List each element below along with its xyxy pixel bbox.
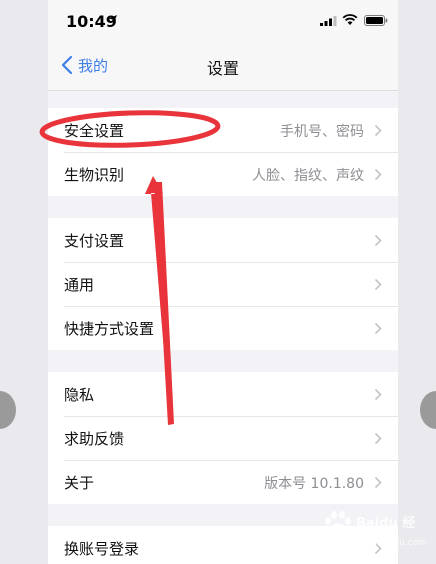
row-label: 安全设置 [64, 122, 125, 140]
chevron-right-icon [374, 476, 382, 489]
row-value: 人脸、指纹、声纹 [252, 168, 364, 184]
page-title: 设置 [206, 59, 239, 78]
chevron-right-icon [374, 234, 382, 247]
row-shortcut-settings[interactable]: 快捷方式设置 [48, 306, 398, 350]
location-arrow-icon [109, 15, 117, 23]
chevron-right-icon [374, 388, 382, 401]
row-label: 通用 [64, 276, 95, 294]
row-value: 版本号 10.1.80 [264, 476, 364, 492]
row-label: 换账号登录 [64, 540, 140, 558]
settings-group-general: 支付设置 通用 快捷方式设置 [48, 218, 398, 350]
row-security-settings[interactable]: 安全设置 手机号、密码 [48, 108, 398, 152]
row-label: 快捷方式设置 [64, 320, 155, 338]
watermark: Baidu 经验 jingyan.baidu.com [318, 510, 428, 560]
row-about[interactable]: 关于 版本号 10.1.80 [48, 460, 398, 504]
row-general[interactable]: 通用 [48, 262, 398, 306]
watermark-sub: jingyan.baidu.com [344, 538, 428, 548]
settings-group-about: 隐私 求助反馈 关于 版本号 10.1.80 [48, 372, 398, 504]
row-label: 支付设置 [64, 232, 125, 250]
row-label: 隐私 [64, 386, 95, 404]
left-edge-decoration [0, 391, 16, 429]
battery-icon [364, 15, 388, 26]
row-payment-settings[interactable]: 支付设置 [48, 218, 398, 262]
chevron-right-icon [374, 322, 382, 335]
row-label: 求助反馈 [64, 430, 125, 448]
status-bar: 10:49 [48, 0, 398, 40]
chevron-right-icon [374, 168, 382, 181]
row-biometric[interactable]: 生物识别 人脸、指纹、声纹 [48, 152, 398, 196]
settings-group-security: 安全设置 手机号、密码 生物识别 人脸、指纹、声纹 [48, 108, 398, 196]
settings-screen: 10:49 我的 设置 安全设置 手机号、密码 生物识别 人脸、指纹、声纹 支付… [48, 0, 398, 564]
row-label: 关于 [64, 474, 95, 492]
row-help-feedback[interactable]: 求助反馈 [48, 416, 398, 460]
row-value: 手机号、密码 [280, 124, 364, 140]
baidu-paw-icon [325, 511, 351, 537]
row-label: 生物识别 [64, 166, 125, 184]
chevron-right-icon [374, 432, 382, 445]
chevron-right-icon [374, 124, 382, 137]
wifi-icon [342, 14, 358, 25]
cellular-signal-icon [320, 16, 337, 26]
row-privacy[interactable]: 隐私 [48, 372, 398, 416]
chevron-right-icon [374, 278, 382, 291]
right-edge-decoration [420, 391, 436, 429]
navigation-bar: 我的 设置 [48, 40, 398, 91]
